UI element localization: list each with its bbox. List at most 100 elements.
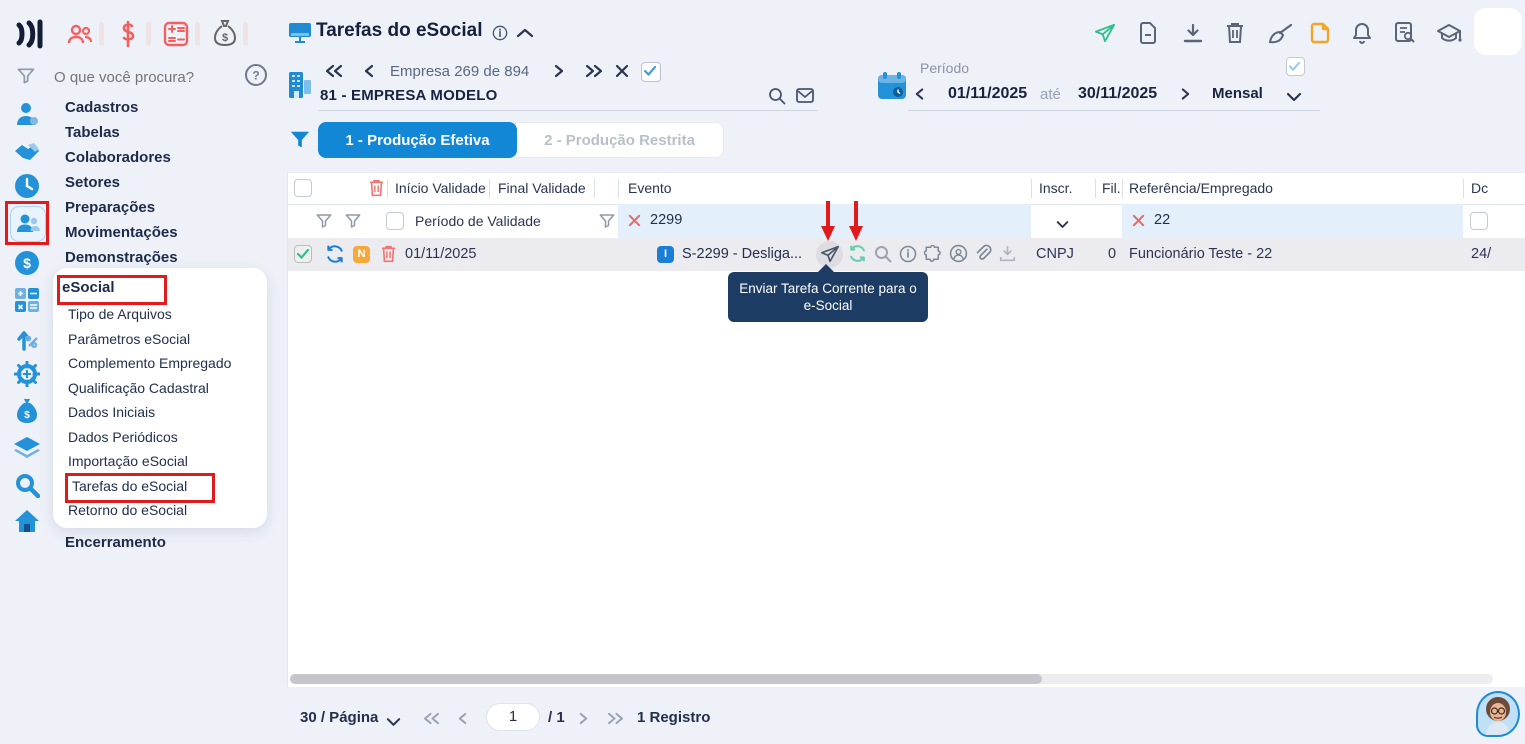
h-scrollbar-track[interactable]: [290, 674, 1493, 684]
table-row[interactable]: N 01/11/2025 I S-2299 - Desliga... CNPJ …: [288, 238, 1525, 271]
row-trash-icon[interactable]: [381, 245, 396, 268]
moneybag-quick-icon[interactable]: $: [213, 19, 237, 52]
referencia-filter-cell[interactable]: [1122, 204, 1463, 238]
page-next-icon[interactable]: [578, 712, 589, 730]
note-icon[interactable]: [1310, 22, 1330, 49]
search-input[interactable]: [52, 63, 236, 91]
clear-evento-filter-icon[interactable]: [628, 214, 641, 232]
search-module-icon[interactable]: [14, 472, 41, 503]
bell-icon[interactable]: [1353, 22, 1371, 49]
dollar-circle-icon[interactable]: $: [14, 250, 40, 281]
help-icon[interactable]: ?: [244, 63, 268, 92]
per-page-select[interactable]: 30 / Página: [300, 709, 378, 726]
row-sync-icon[interactable]: [325, 244, 345, 269]
info-icon[interactable]: [492, 25, 508, 46]
company-last-icon[interactable]: [584, 64, 604, 83]
sidebar-item-encerramento[interactable]: Encerramento: [65, 534, 166, 551]
tab-producao-restrita[interactable]: 2 - Produção Restrita: [515, 122, 724, 158]
page-input[interactable]: 1: [486, 703, 540, 731]
people-quick-icon[interactable]: [66, 22, 94, 51]
grid-filter-icon[interactable]: [289, 129, 311, 156]
sidebar-item-preparacoes[interactable]: Preparações: [65, 199, 155, 216]
page-first-icon[interactable]: [422, 712, 441, 730]
trash-icon[interactable]: [1226, 22, 1244, 49]
filter-funnel-icon[interactable]: [315, 212, 333, 235]
col-header-final[interactable]: Final Validade: [498, 180, 586, 196]
period-end-date[interactable]: 30/11/2025: [1078, 85, 1157, 103]
select-all-checkbox[interactable]: [294, 179, 312, 197]
row-refresh-icon[interactable]: [848, 244, 867, 268]
download-icon[interactable]: [1183, 23, 1203, 48]
col-header-evento[interactable]: Evento: [628, 180, 672, 196]
referencia-filter-value[interactable]: 22: [1154, 212, 1170, 228]
company-clear-icon[interactable]: [615, 64, 629, 83]
filter-funnel-icon[interactable]: [344, 212, 362, 235]
per-page-chevron-icon[interactable]: [386, 714, 401, 732]
money-quick-icon[interactable]: [117, 20, 139, 53]
period-start-date[interactable]: 01/11/2025: [948, 85, 1027, 103]
trending-up-icon[interactable]: [16, 325, 40, 356]
company-first-icon[interactable]: [324, 64, 344, 83]
sidebar-item-tabelas[interactable]: Tabelas: [65, 124, 120, 141]
sidebar-item-demonstracoes[interactable]: Demonstrações: [65, 249, 178, 266]
submenu-item-dados-iniciais[interactable]: Dados Iniciais: [68, 404, 155, 420]
company-prev-icon[interactable]: [363, 64, 375, 83]
row-download-icon[interactable]: [999, 246, 1016, 267]
page-last-icon[interactable]: [606, 712, 625, 730]
row-info-icon[interactable]: [899, 245, 917, 268]
sidebar-item-setores[interactable]: Setores: [65, 174, 120, 191]
gear-icon[interactable]: [13, 360, 41, 392]
tab-producao-efetiva[interactable]: 1 - Produção Efetiva: [318, 122, 517, 158]
period-prev-icon[interactable]: [914, 87, 925, 106]
inscr-filter-dropdown-icon[interactable]: [1056, 216, 1069, 234]
person-gear-icon[interactable]: [14, 101, 40, 132]
submenu-item-tipo-de-arquivos[interactable]: Tipo de Arquivos: [68, 306, 172, 322]
col-header-referencia[interactable]: Referência/Empregado: [1129, 180, 1273, 196]
col-header-inscr[interactable]: Inscr.: [1039, 180, 1072, 196]
sidebar-item-movimentacoes[interactable]: Movimentações: [65, 224, 178, 241]
clock-icon[interactable]: [14, 173, 40, 204]
row-checkbox[interactable]: [294, 245, 312, 263]
doc-filter-checkbox[interactable]: [1470, 212, 1488, 230]
submenu-item-qualificacao-cadastral[interactable]: Qualificação Cadastral: [68, 380, 209, 396]
row-gov-icon[interactable]: [949, 244, 968, 268]
assistant-avatar[interactable]: [1476, 691, 1520, 737]
evento-filter-value[interactable]: 2299: [650, 212, 682, 228]
sidebar-item-cadastros[interactable]: Cadastros: [65, 99, 138, 116]
doc-search-icon[interactable]: [1395, 22, 1415, 49]
company-mail-icon[interactable]: [796, 88, 814, 108]
moneybag-icon[interactable]: $: [15, 398, 39, 429]
broom-icon[interactable]: [1267, 23, 1293, 49]
periodo-validade-checkbox[interactable]: [386, 212, 404, 230]
row-attachment-icon[interactable]: [975, 244, 992, 268]
col-header-doc[interactable]: Dc: [1471, 180, 1488, 196]
page-prev-icon[interactable]: [457, 712, 468, 730]
file-icon[interactable]: [1139, 22, 1157, 49]
layers-icon[interactable]: [13, 436, 41, 465]
period-mode-select[interactable]: Mensal: [1212, 85, 1263, 102]
period-checkbox[interactable]: [1286, 57, 1305, 76]
company-next-icon[interactable]: [553, 64, 565, 83]
period-mode-chevron-icon[interactable]: [1286, 89, 1302, 107]
submenu-item-importacao-esocial[interactable]: Importação eSocial: [68, 453, 188, 469]
period-next-icon[interactable]: [1180, 87, 1191, 106]
user-avatar-placeholder[interactable]: [1474, 8, 1522, 55]
col-header-fil[interactable]: Fil.: [1102, 180, 1121, 196]
header-trash-icon[interactable]: [369, 179, 384, 202]
h-scrollbar-thumb[interactable]: [290, 674, 1042, 684]
sidebar-item-colaboradores[interactable]: Colaboradores: [65, 149, 171, 166]
home-icon[interactable]: [14, 508, 40, 539]
submenu-item-parametros-esocial[interactable]: Parâmetros eSocial: [68, 331, 190, 347]
graduation-icon[interactable]: [1436, 23, 1462, 49]
row-search-icon[interactable]: [874, 245, 892, 268]
clear-referencia-filter-icon[interactable]: [1132, 214, 1145, 232]
submenu-item-retorno-do-esocial[interactable]: Retorno do eSocial: [68, 502, 187, 518]
filter-funnel-icon[interactable]: [598, 212, 616, 235]
row-puzzle-icon[interactable]: [923, 244, 942, 268]
calculator-quick-icon[interactable]: [163, 21, 189, 52]
calculator-icon[interactable]: [14, 287, 40, 318]
send-icon[interactable]: [1094, 23, 1116, 48]
collapse-chevron-icon[interactable]: [516, 26, 534, 44]
submenu-item-complemento-empregado[interactable]: Complemento Empregado: [68, 355, 231, 371]
company-filter-checkbox[interactable]: [641, 62, 661, 82]
